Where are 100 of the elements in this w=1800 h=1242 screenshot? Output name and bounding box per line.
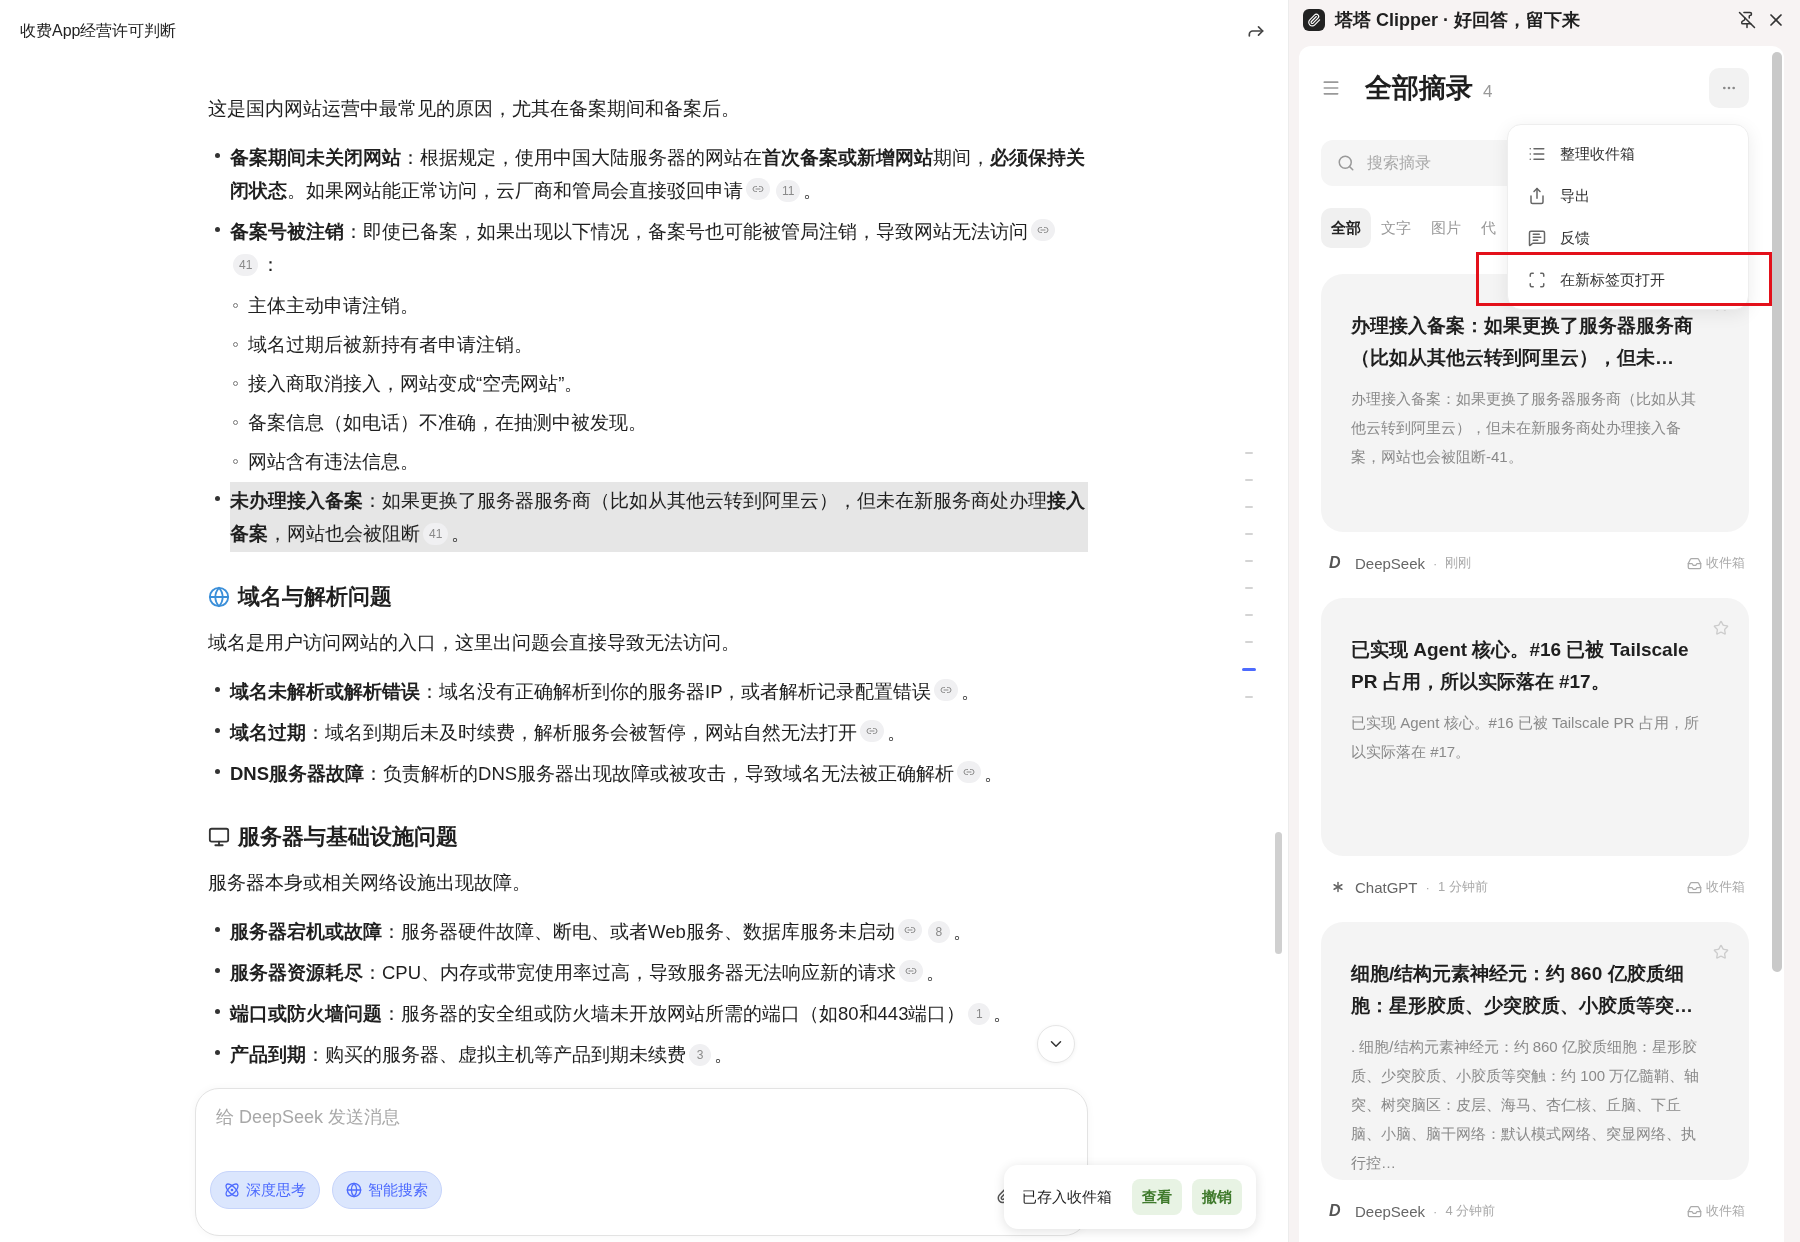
panel-title: 塔塔 Clipper · 好回答，留下来	[1335, 9, 1581, 32]
menu-item[interactable]: 整理收件箱	[1508, 133, 1748, 175]
star-icon[interactable]	[1713, 944, 1729, 960]
globe-icon	[346, 1182, 362, 1198]
list-item-text: 备案信息（如电话）不准确，在抽测中被发现。	[248, 412, 647, 433]
separator-dot: ·	[1433, 555, 1438, 571]
separator-dot: ·	[1425, 879, 1430, 895]
list-item-text: 主体主动申请注销。	[248, 295, 419, 316]
citation-number[interactable]: 3	[689, 1044, 711, 1066]
card-title: 已实现 Agent 核心。#16 已被 Tailscale PR 占用，所以实际落在 #17。	[1351, 638, 1690, 694]
bullet-text: 服务器资源耗尽：CPU、内存或带宽使用率过高，导致服务器无法响应新的请求 。	[230, 959, 946, 985]
more-button[interactable]	[1709, 68, 1749, 108]
filter-tab[interactable]: 文字	[1371, 208, 1421, 248]
folder-label: 收件箱	[1706, 878, 1745, 896]
filter-tab[interactable]: 代	[1471, 208, 1506, 248]
bullet-dot	[215, 927, 220, 932]
section-heading: 服务器与基础设施问题	[238, 823, 458, 851]
bullet-dot	[215, 227, 220, 232]
link-icon	[963, 766, 976, 778]
star-icon[interactable]	[1713, 620, 1729, 636]
source-mark: D	[1329, 554, 1342, 572]
search-icon	[1337, 154, 1355, 172]
link-citation[interactable]	[1031, 219, 1055, 241]
citation-number[interactable]: 1	[968, 1003, 991, 1025]
bullet-text: 端口或防火墙问题：服务器的安全组或防火墙未开放网站所需的端口（如80和443端口） 1 。	[230, 1002, 1013, 1027]
filter-tab[interactable]: 全部	[1321, 208, 1371, 248]
outline-marker[interactable]	[1245, 533, 1253, 535]
citation-number[interactable]: 41	[233, 254, 259, 276]
bullet-dot	[215, 153, 220, 158]
chat-title: 收费App经营许可判断	[20, 20, 177, 41]
toast-action[interactable]: 撤销	[1192, 1179, 1242, 1215]
page-heading: 全部摘录	[1365, 72, 1473, 105]
toast-action[interactable]: 查看	[1132, 1179, 1182, 1215]
card-title: 办理接入备案：如果更换了服务器服务商（比如从其他云转到阿里云），但未…	[1351, 314, 1694, 370]
clip-time: 4 分钟前	[1445, 1202, 1497, 1220]
outline-marker[interactable]	[1245, 614, 1253, 616]
list-item-text: 域名过期后被新持有者申请注销。	[248, 334, 533, 355]
citation-number[interactable]: 8	[927, 921, 950, 943]
citation-number[interactable]: 41	[423, 523, 449, 545]
source-name: DeepSeek	[1355, 1202, 1426, 1220]
outline-marker[interactable]	[1245, 506, 1253, 508]
paragraph: 域名是用户访问网站的入口，这里出问题会直接导致无法访问。	[208, 631, 741, 655]
message-input[interactable]: 给 DeepSeek 发送消息	[210, 1107, 1073, 1128]
link-citation[interactable]	[957, 761, 982, 783]
list-icon	[1528, 145, 1546, 163]
link-citation[interactable]	[899, 960, 924, 982]
filter-tab[interactable]: 图片	[1421, 208, 1471, 248]
menu-item[interactable]: 反馈	[1508, 217, 1748, 259]
paragraph: 这是国内网站运营中最常见的原因，尤其在备案期间和备案后。	[208, 97, 741, 121]
outline-marker[interactable]	[1245, 696, 1253, 698]
outline-marker[interactable]	[1245, 452, 1253, 454]
link-icon	[905, 965, 918, 977]
link-citation[interactable]	[934, 679, 959, 701]
scrollbar[interactable]	[1275, 832, 1282, 954]
app-logo	[1303, 9, 1325, 31]
scroll-down-button[interactable]	[1037, 1025, 1075, 1063]
bullet-dot	[215, 496, 220, 501]
link-icon	[940, 684, 953, 696]
monitor-icon	[208, 826, 230, 848]
outline-marker[interactable]	[1245, 560, 1253, 562]
outline-marker[interactable]	[1245, 587, 1253, 589]
bullet-text: 域名未解析或解析错误：域名没有正确解析到你的服务器IP，或者解析记录配置错误 。	[230, 678, 981, 704]
clip-time: 1 分钟前	[1437, 878, 1489, 896]
link-icon	[1037, 224, 1049, 236]
menu-button[interactable]	[1321, 78, 1341, 98]
separator-dot: ·	[1433, 1203, 1438, 1219]
paragraph: 服务器本身或相关网络设施出现故障。	[208, 871, 532, 895]
outline-marker[interactable]	[1242, 668, 1256, 671]
link-icon	[903, 924, 916, 936]
scrollbar[interactable]	[1772, 52, 1782, 972]
card-excerpt: 已实现 Agent 核心。#16 已被 Tailscale PR 占用，所以实际落在 #17。	[1351, 713, 1700, 762]
bullet-text: 服务器宕机或故障：服务器硬件故障、断电、或者Web服务、数据库服务未启动 8 。	[230, 918, 972, 945]
bullet-text: 备案期间未关闭网站：根据规定，使用中国大陆服务器的网站在首次备案或新增网站期间，必须保持关闭状态。如果网站能正常访问，云厂商和管局会直接驳回申请 11 。	[230, 146, 1086, 204]
link-icon	[866, 725, 878, 737]
link-icon	[752, 183, 764, 195]
outline-marker[interactable]	[1245, 641, 1253, 643]
clip-time: 刚刚	[1445, 554, 1473, 572]
citation-number[interactable]: 11	[776, 180, 801, 202]
clip-card[interactable]: 细胞/结构元素神经元：约 860 亿胶质细胞：星形胶质、少突胶质、小胶质等突… . 细胞/结构元素神经元：约 860 亿胶质细胞：星形胶质、少突胶质、小胶质等突触：约 100 万亿髓鞘、轴突、树突脑区：皮层、海马、杏仁核、丘脑、下丘脑、小脑、脑干网络：默认模式网络、突显网络、执行控…	[1321, 922, 1749, 1180]
link-citation[interactable]	[746, 178, 770, 200]
expand-icon	[1528, 271, 1546, 289]
bullet-text: 备案号被注销：即使已备案，如果出现以下情况，备案号也可能被管局注销，导致网站无法访问 41 ：	[230, 213, 1088, 283]
mode-toggle[interactable]: 深度思考	[210, 1171, 320, 1209]
link-citation[interactable]	[897, 919, 922, 941]
link-citation[interactable]	[860, 720, 884, 742]
outline-marker[interactable]	[1245, 479, 1253, 481]
source-mark: D	[1329, 1202, 1342, 1220]
bullet-dot	[215, 1050, 220, 1055]
bullet-dot	[215, 968, 220, 973]
menu-item[interactable]: 导出	[1508, 175, 1748, 217]
upload-icon	[1528, 187, 1546, 205]
bullet-text: 未办理接入备案：如果更换了服务器服务商（比如从其他云转到阿里云），但未在新服务商处办理接入备案，网站也会被阻断 41 。	[230, 482, 1088, 552]
folder-label: 收件箱	[1706, 554, 1745, 572]
list-item-text: 接入商取消接入，网站变成“空壳网站”。	[248, 373, 584, 394]
bullet-dot	[215, 687, 220, 692]
unpin-button[interactable]	[1738, 11, 1756, 29]
bullet-dot	[215, 1009, 220, 1014]
mode-toggle[interactable]: 智能搜索	[332, 1171, 442, 1209]
source-name: ChatGPT	[1355, 878, 1418, 896]
clip-card[interactable]: 已实现 Agent 核心。#16 已被 Tailscale PR 占用，所以实际落在 #17。 已实现 Agent 核心。#16 已被 Tailscale PR 占用，所以实际落在 #17。	[1321, 598, 1749, 856]
